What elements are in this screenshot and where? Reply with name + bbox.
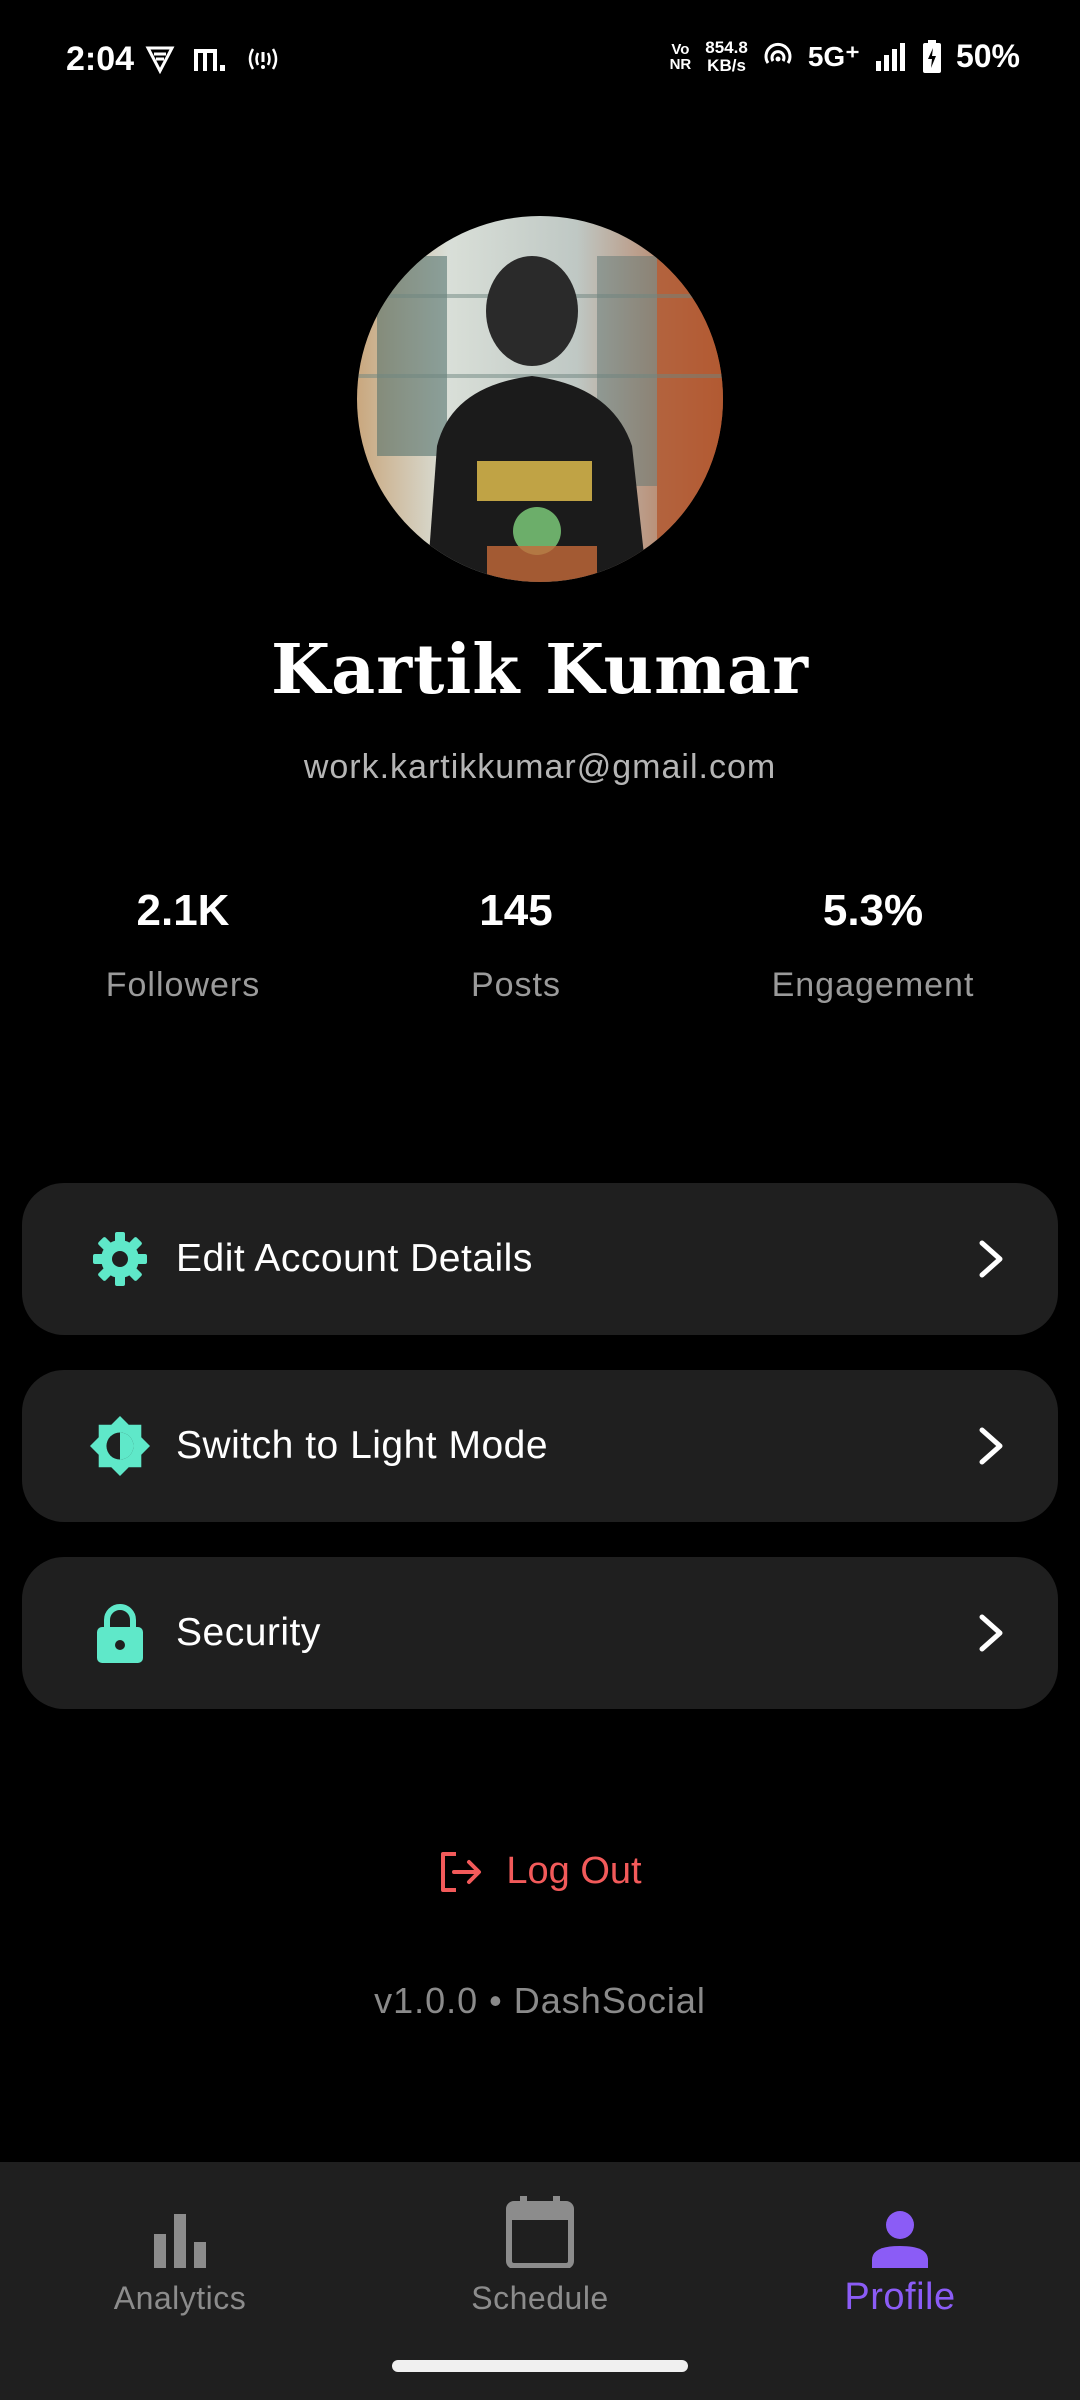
menu-label: Edit Account Details	[176, 1237, 533, 1280]
chevron-right-icon	[979, 1614, 1003, 1652]
profile-name: Kartik Kumar	[271, 630, 809, 710]
profile-email: work.kartikkumar@gmail.com	[303, 748, 777, 786]
nav-label: Analytics	[113, 2280, 247, 2316]
chevron-right-icon	[979, 1427, 1003, 1465]
calendar-icon	[506, 2196, 574, 2268]
avatar[interactable]	[357, 216, 723, 582]
battery-percent: 50%	[955, 38, 1020, 74]
status-right-icons: Vo NR 854.8 KB/s 5G⁺ 50%	[670, 38, 1020, 75]
nav-analytics[interactable]: Analytics	[30, 2188, 330, 2317]
logout-icon	[441, 1851, 482, 1892]
stat-value: 145	[479, 886, 553, 935]
stat-label: Posts	[470, 966, 562, 1004]
status-bar: 2:04 Vo NR 854.8 KB/s 5G⁺ 50%	[0, 0, 1080, 124]
home-indicator[interactable]	[392, 2360, 688, 2372]
avatar-photo	[357, 216, 723, 582]
nav-label: Schedule	[471, 2280, 609, 2316]
volte-bottom: NR	[669, 55, 692, 73]
stat-value: 5.3%	[822, 886, 924, 935]
speed-unit: KB/s	[707, 55, 746, 75]
app-version: v1.0.0 • DashSocial	[374, 1980, 706, 2021]
person-icon	[872, 2211, 928, 2268]
network-speed: 854.8 KB/s	[705, 37, 748, 75]
menu-label: Switch to Light Mode	[176, 1424, 549, 1467]
menu-edit-account[interactable]: Edit Account Details	[22, 1183, 1058, 1335]
bar-chart-icon	[154, 2214, 206, 2268]
status-left-icons	[145, 44, 281, 74]
gear-icon	[90, 1229, 150, 1289]
volte-top: Vo	[671, 40, 690, 58]
stat-value: 2.1K	[136, 886, 230, 935]
vpn-shield-icon	[145, 46, 175, 74]
stat-label: Engagement	[771, 966, 975, 1004]
menu-switch-theme[interactable]: Switch to Light Mode	[22, 1370, 1058, 1522]
wifi-calling-icon	[764, 42, 792, 64]
hotspot-icon	[248, 48, 278, 70]
menu-label: Security	[176, 1611, 321, 1654]
stat-label: Followers	[105, 966, 261, 1004]
stat-followers: 2.1K Followers	[23, 886, 343, 1005]
stat-engagement: 5.3% Engagement	[713, 886, 1033, 1005]
speed-value: 854.8	[705, 37, 748, 57]
menu-security[interactable]: Security	[22, 1557, 1058, 1709]
signal-icon	[875, 42, 905, 71]
logout-label: Log Out	[506, 1850, 642, 1892]
brightness-icon	[90, 1416, 150, 1476]
m-app-icon	[194, 49, 225, 71]
stat-posts: 145 Posts	[356, 886, 676, 1005]
volte-indicator: Vo NR	[670, 42, 692, 72]
network-type: 5G⁺	[807, 41, 860, 72]
chevron-right-icon	[979, 1240, 1003, 1278]
nav-label: Profile	[844, 2276, 956, 2318]
nav-schedule[interactable]: Schedule	[390, 2188, 690, 2317]
logout-button[interactable]: Log Out	[0, 1850, 1080, 1893]
lock-icon	[90, 1603, 150, 1663]
nav-profile[interactable]: Profile	[750, 2188, 1050, 2319]
battery-icon	[922, 39, 941, 73]
status-time: 2:04	[66, 40, 135, 78]
